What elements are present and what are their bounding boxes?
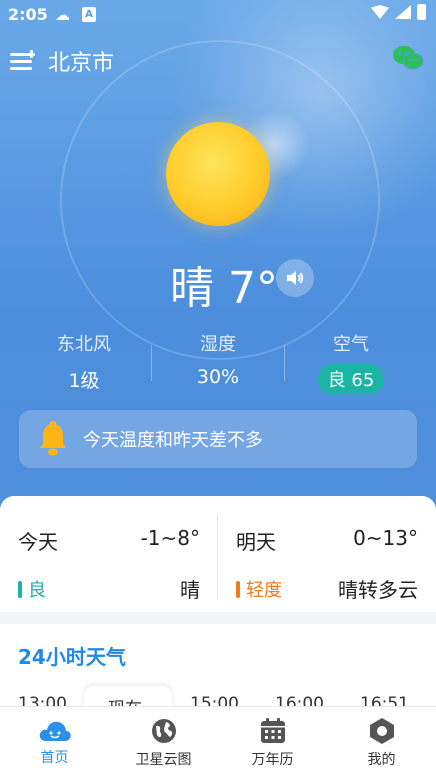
weather-tip-text: 今天温度和昨天差不多: [83, 430, 263, 451]
tomorrow-air-quality-text: 轻度: [246, 580, 282, 601]
humidity-label: 湿度: [200, 334, 236, 355]
wind-value: 1级: [68, 370, 100, 392]
nav-profile-label: 我的: [367, 752, 396, 768]
profile-hexagon-icon: [369, 718, 394, 744]
cloud-notification-icon: ☁: [55, 6, 70, 24]
bell-icon: [40, 421, 66, 456]
tomorrow-range: 0~13°: [353, 526, 418, 550]
wind-stat: 东北风 1级: [34, 330, 134, 393]
today-air-quality: 良: [18, 576, 46, 602]
tomorrow-condition: 晴转多云: [338, 578, 418, 602]
weather-tip-card[interactable]: 今天温度和昨天差不多: [19, 410, 417, 468]
section-gap: [0, 612, 436, 624]
wind-label: 东北风: [57, 334, 111, 355]
tomorrow-air-quality: 轻度: [236, 576, 282, 602]
bottom-nav: 首页 卫星云图 万年历 我的: [0, 706, 436, 776]
city-name[interactable]: 北京市: [48, 45, 114, 77]
speaker-button[interactable]: [276, 259, 314, 297]
humidity-value: 30%: [196, 366, 240, 388]
hour-item: 13:00: [18, 694, 67, 706]
hour-item: 16:51: [360, 694, 409, 706]
nav-home[interactable]: 首页: [0, 707, 109, 776]
signal-icon: [395, 5, 411, 19]
calendar-icon: [260, 718, 285, 743]
humidity-stat: 湿度 30%: [168, 330, 268, 388]
nav-home-label: 首页: [40, 750, 69, 766]
nav-calendar-label: 万年历: [251, 752, 294, 768]
today-air-quality-text: 良: [28, 580, 46, 601]
header: 北京市: [10, 45, 114, 77]
air-quality-indicator: [18, 580, 22, 598]
air-label: 空气: [333, 334, 369, 355]
stat-divider: [284, 345, 285, 381]
today-condition: 晴: [180, 578, 200, 602]
globe-icon: [151, 719, 176, 743]
hour-item-now: 现在: [108, 694, 142, 706]
nav-calendar[interactable]: 万年历: [218, 707, 327, 776]
status-bar: 2:05 ☁ A: [0, 0, 436, 30]
current-condition-temp: 晴 7°: [170, 263, 278, 314]
nav-profile[interactable]: 我的: [327, 707, 436, 776]
tomorrow-label: 明天: [236, 530, 276, 554]
wifi-icon: [371, 5, 389, 19]
hour-item: 16:00: [275, 694, 324, 706]
hour-item: 15:00: [190, 694, 239, 706]
wechat-share-icon[interactable]: [392, 44, 424, 72]
status-time: 2:05: [8, 5, 48, 24]
tomorrow-forecast[interactable]: 明天 0~13° 轻度 晴转多云: [218, 496, 436, 606]
today-forecast[interactable]: 今天 -1~8° 良 晴: [0, 496, 218, 606]
air-quality-indicator: [236, 580, 240, 598]
hourly-title: 24小时天气: [18, 645, 126, 669]
app-notification-icon: A: [82, 7, 96, 22]
battery-icon: [417, 4, 426, 20]
home-cloud-icon: [39, 721, 71, 741]
stat-divider: [151, 345, 152, 381]
aqi-badge[interactable]: 良 65: [317, 364, 385, 394]
nav-satellite[interactable]: 卫星云图: [109, 707, 218, 776]
nav-satellite-label: 卫星云图: [135, 752, 192, 768]
air-stat[interactable]: 空气 良 65: [301, 330, 401, 394]
sunny-weather-icon: [166, 122, 270, 226]
city-menu-icon[interactable]: [10, 50, 36, 72]
speaker-icon: [287, 271, 304, 285]
today-range: -1~8°: [140, 526, 200, 550]
hourly-strip[interactable]: 13:00 现在 15:00 16:00 16:51: [0, 686, 436, 706]
today-label: 今天: [18, 530, 58, 554]
